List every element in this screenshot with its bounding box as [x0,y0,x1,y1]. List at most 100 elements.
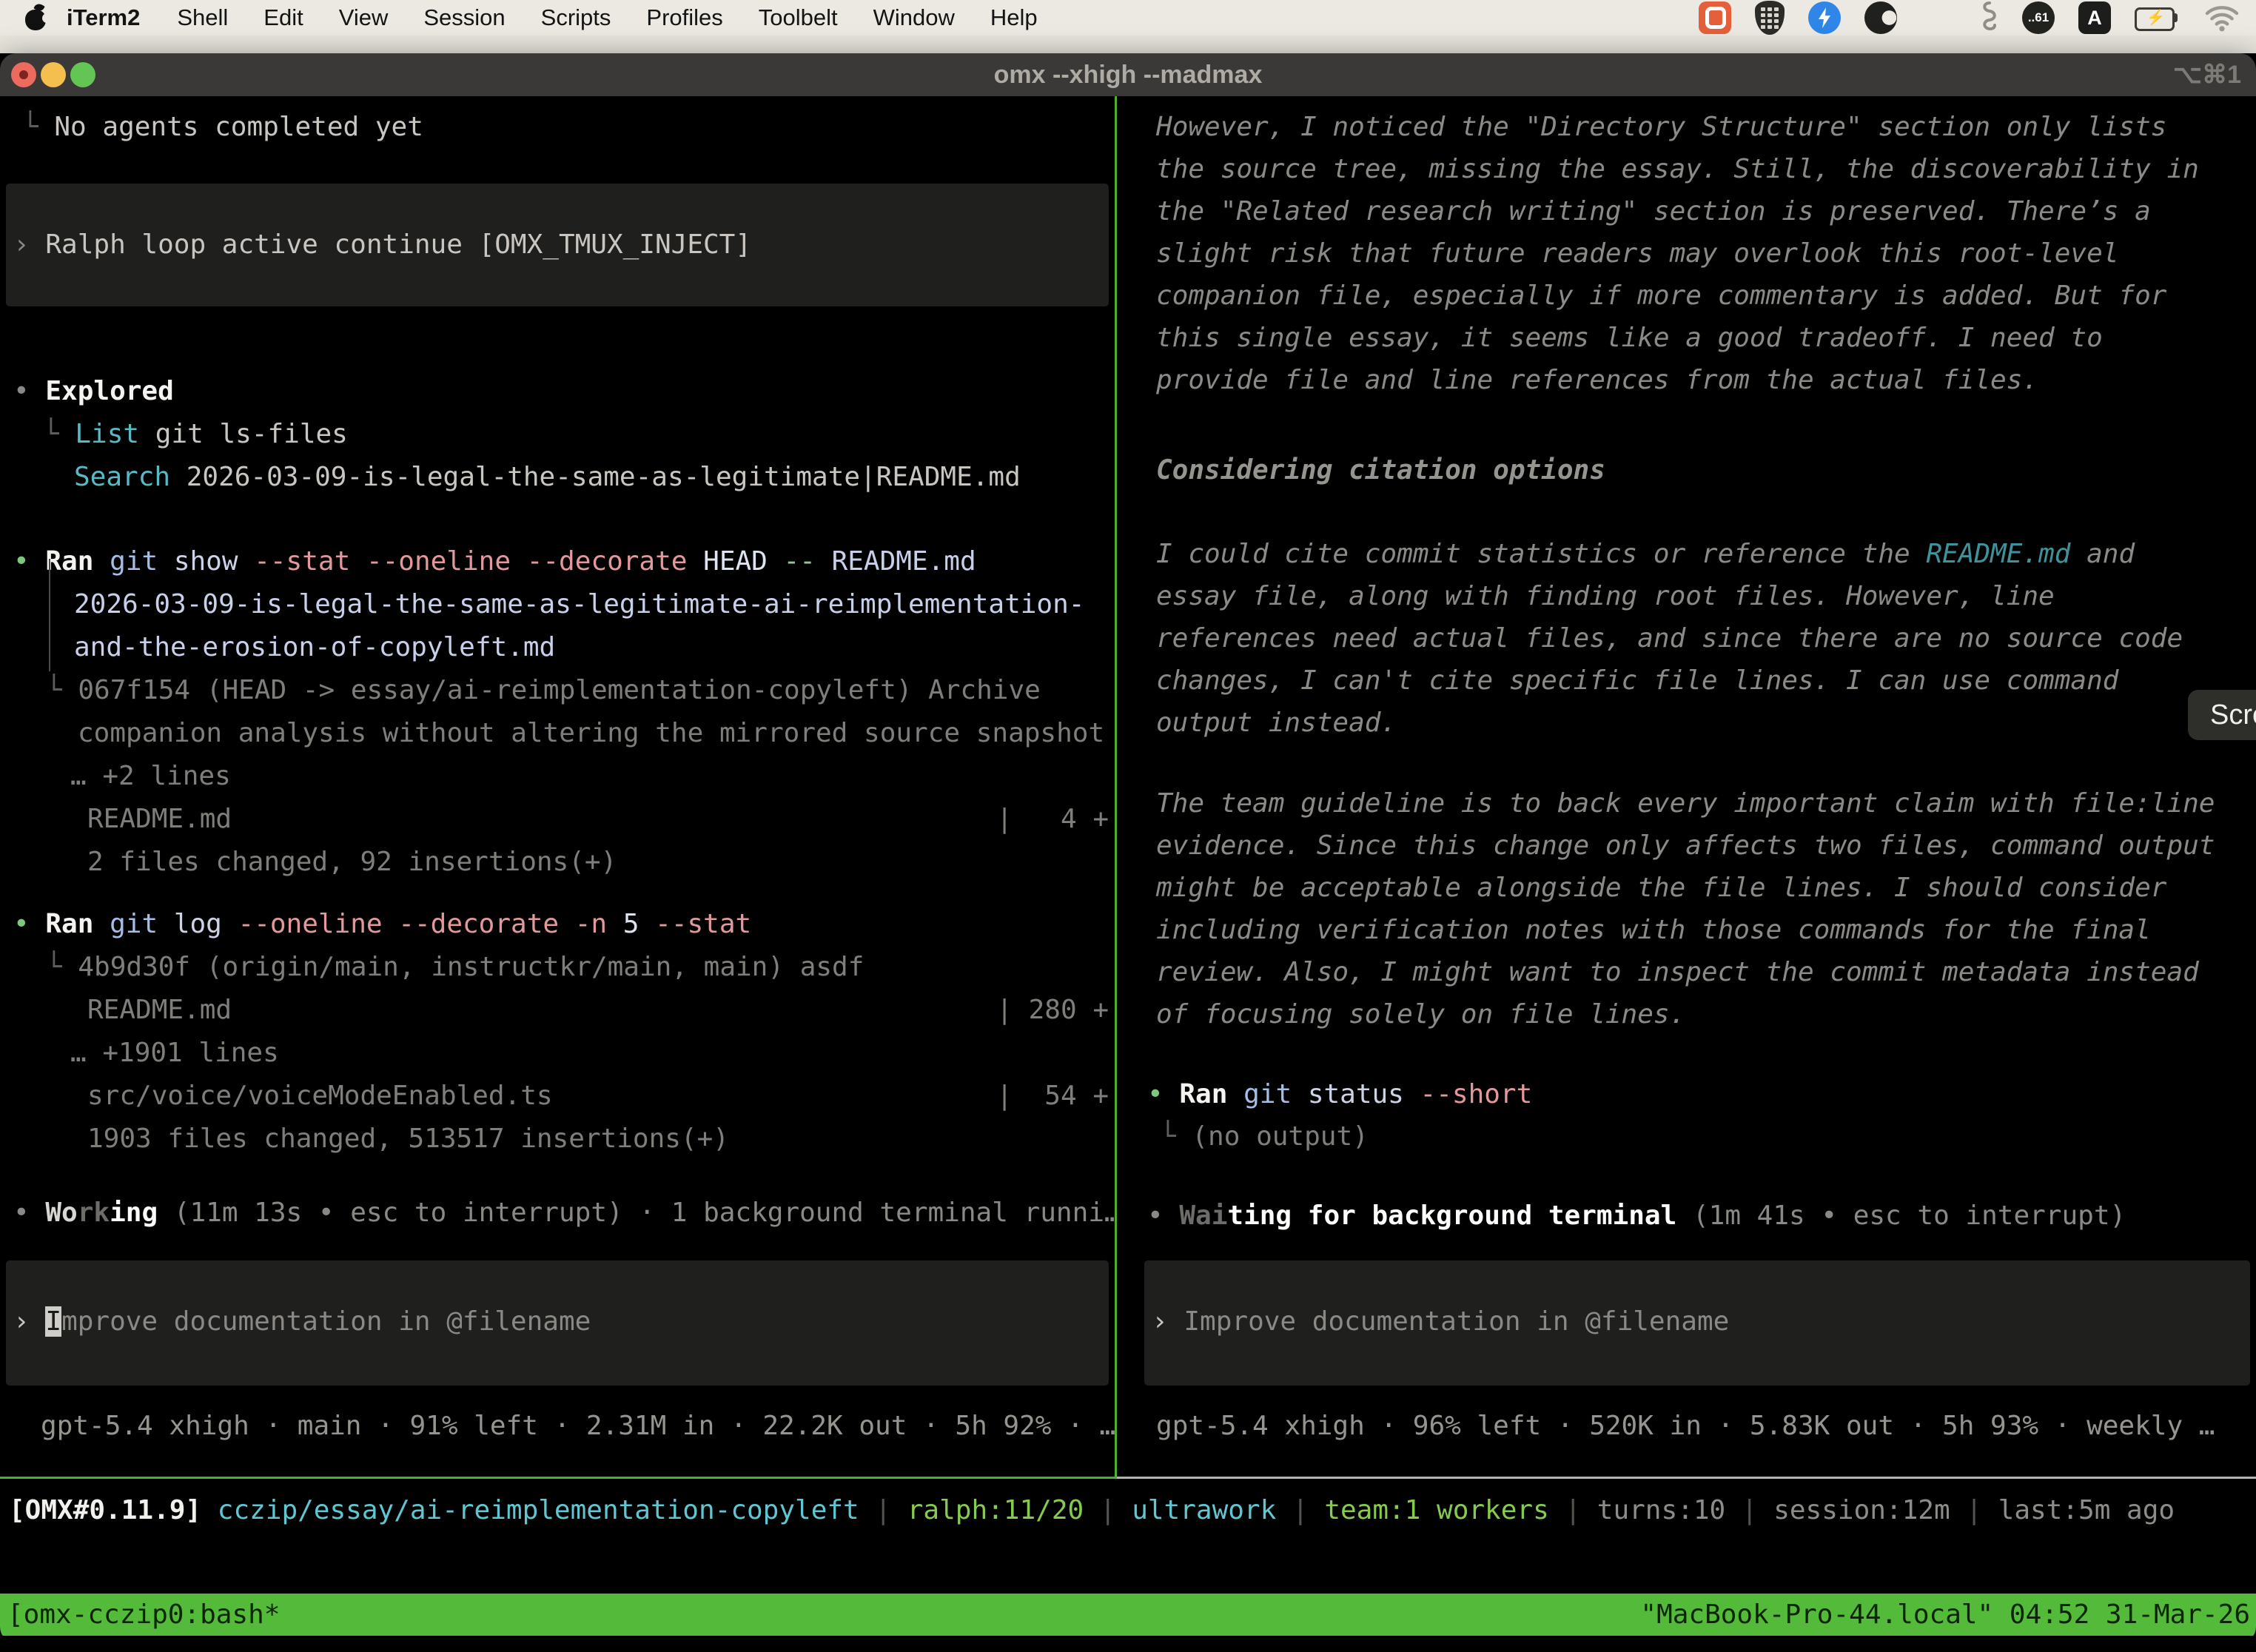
prompt-chevron: › [1152,1306,1168,1337]
cmd-file: README.md [832,546,976,577]
badge-61-icon[interactable]: ..61 [2022,1,2055,34]
explored-title: Explored [45,376,173,406]
working-word-part: rk [78,1198,110,1228]
menu-item-window[interactable]: Window [856,4,973,31]
search-label: Search [74,462,170,492]
bullet-icon: • [13,376,30,406]
prompt-input-box[interactable]: › Improve documentation in @filename [6,1260,1109,1386]
cmd-git: git [110,909,158,939]
stat-row: README.md | 280 + [87,989,1109,1031]
cmd-output-row: └ (no output) [1160,1115,1369,1158]
tmux-status-bar: [omx-cczip0:bash* "MacBook-Pro-44.local"… [0,1594,2256,1636]
thinking-line: review. Also, I might want to inspect th… [1156,951,2199,993]
thinking-line: the "Related research writing" section i… [1156,190,2151,232]
bullet-icon: • [13,1198,30,1228]
thinking-line: including verification notes with those … [1156,909,2151,951]
separator: | [1276,1495,1324,1525]
prompt-input-line[interactable]: › Improve documentation in @filename [6,1260,1109,1343]
terminal-area[interactable]: └ No agents completed yet › Ralph loop a… [0,96,2256,1643]
shield-grid-icon[interactable] [1755,1,1785,35]
window-shortcut-hint: ⌥⌘1 [2173,53,2241,96]
thinking-line: the source tree, missing the essay. Stil… [1156,148,2199,190]
menu-left: iTerm2 Shell Edit View Session Scripts P… [0,4,1055,32]
keyboard-a-icon[interactable]: A [2078,1,2111,34]
stat-row: src/voice/voiceModeEnabled.ts| 54 + [87,1075,1109,1117]
pane-bottom-border-inactive [1117,1477,2256,1479]
menu-item-edit[interactable]: Edit [246,4,320,31]
thinking-line: of focusing solely on file lines. [1156,993,1685,1035]
cmd-output-row: └ 067f154 (HEAD -> essay/ai-reimplementa… [46,669,1041,711]
cmd-sub: show [174,546,238,577]
stat-summary: 1903 files changed, 513517 insertions(+) [87,1118,729,1160]
cmd-flag: --stat [254,546,350,577]
ran-label: Ran [45,909,93,939]
pie-circle-icon[interactable] [1864,1,1897,34]
stat-file: README.md [87,989,232,1031]
cmd-flag: --oneline [238,909,383,939]
cmd-output-row: └ 4b9d30f (origin/main, instructkr/main,… [46,946,864,988]
menu-item-toolbelt[interactable]: Toolbelt [741,4,856,31]
working-word-part: Wo [45,1198,77,1228]
session-status-line: gpt-5.4 xhigh · main · 91% left · 2.31M … [41,1405,1115,1447]
separator: | [1725,1495,1773,1525]
chat-icon[interactable] [1699,1,1731,34]
thinking-line: references need actual files, and since … [1156,617,2183,659]
separator: | [859,1495,907,1525]
cmd-head: HEAD [703,546,768,577]
pane-bottom-border-active [0,1477,1115,1479]
menu-item-session[interactable]: Session [406,4,523,31]
thinking-line: might be acceptable alongside the file l… [1156,867,2166,909]
tree-glyph: └ [46,952,62,982]
cmd-arg-line: and-the-erosion-of-copyleft.md [74,626,555,668]
working-extra: · 1 background terminal runni… [639,1198,1115,1228]
menu-item-shell[interactable]: Shell [159,4,246,31]
omx-status-bar: [OMX#0.11.9] cczip/essay/ai-reimplementa… [9,1489,2175,1531]
screen-popup-label: Scre [2210,699,2256,731]
cmd-flag: --oneline [366,546,511,577]
menu-item-help[interactable]: Help [973,4,1055,31]
menu-item-scripts[interactable]: Scripts [523,4,629,31]
menu-app-name[interactable]: iTerm2 [47,4,159,31]
list-cmd: git ls-files [155,419,348,449]
lightning-circle-icon[interactable] [1808,1,1841,34]
readme-link[interactable]: README.md [1926,539,2070,569]
bullet-icon: • [1147,1079,1164,1109]
thinking-line: companion file, especially if more comme… [1156,275,2166,317]
left-pane[interactable]: └ No agents completed yet › Ralph loop a… [0,96,1115,1477]
pane-divider[interactable] [1115,96,1117,1479]
explored-header-row: • Explored [13,370,174,412]
right-pane[interactable]: However, I noticed the "Directory Struct… [1118,96,2256,1477]
stat-count: | 280 + [996,989,1109,1031]
cmd-flag: --short [1420,1079,1533,1109]
squiggle-icon[interactable] [1973,0,1998,36]
inject-text: Ralph loop active continue [OMX_TMUX_INJ… [45,229,751,260]
stat-summary: 2 files changed, 92 insertions(+) [87,841,617,883]
tree-vline [49,559,50,671]
apple-menu-icon[interactable] [25,4,47,32]
tree-glyph: └ [43,419,59,449]
ran-status-command-row: • Ran git status --short [1147,1073,1532,1115]
inject-box[interactable]: › Ralph loop active continue [OMX_TMUX_I… [6,184,1109,306]
dots-grid-icon[interactable] [1921,4,1950,33]
battery-icon[interactable]: ⚡ [2135,7,2181,28]
menu-item-view[interactable]: View [321,4,406,31]
menu-item-profiles[interactable]: Profiles [628,4,740,31]
window-title: omx --xhigh --madmax [0,53,2256,96]
prompt-input-line[interactable]: › Improve documentation in @filename [1144,1260,2250,1343]
omx-ultrawork: ultrawork [1132,1495,1276,1525]
thinking-line: provide file and line references from th… [1156,359,2038,401]
input-text: mprove documentation in @filename [61,1306,591,1337]
window-titlebar[interactable]: omx --xhigh --madmax ⌥⌘1 [0,53,2256,96]
prompt-input-box[interactable]: › Improve documentation in @filename [1144,1260,2250,1386]
wifi-icon[interactable] [2204,3,2240,33]
list-label: List [75,419,139,449]
stat-file: README.md [87,798,232,840]
omx-last-activity: last:5m ago [1998,1495,2175,1525]
menu-status-icons: ..61 A ⚡ [1699,0,2240,36]
screen-popup-button[interactable]: Scre [2188,690,2256,740]
bullet-icon: • [13,546,30,577]
bullet-icon: • [13,909,30,939]
more-lines-row: … +2 lines [70,755,231,797]
thinking-line: slight risk that future readers may over… [1156,232,2118,275]
omx-turns: turns:10 [1597,1495,1725,1525]
